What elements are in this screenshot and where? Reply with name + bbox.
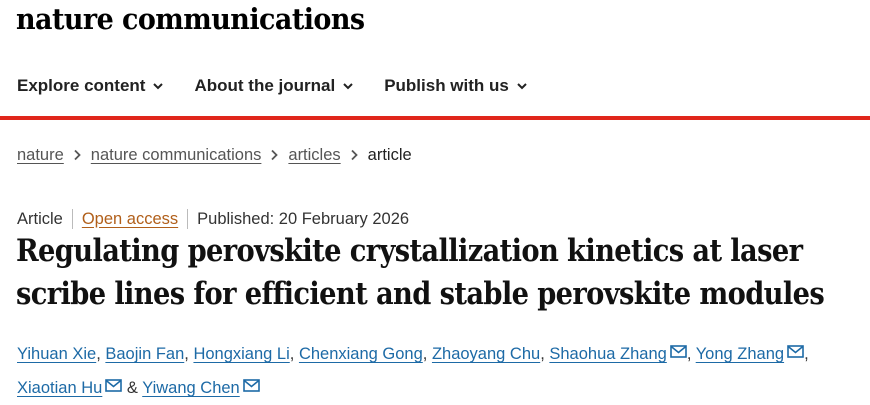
author-link[interactable]: Baojin Fan — [105, 345, 184, 363]
author-separator: , — [686, 345, 696, 363]
author-separator: , — [540, 345, 550, 363]
open-access-link[interactable]: Open access — [82, 210, 178, 229]
nav-about-journal[interactable]: About the journal — [194, 76, 354, 96]
nav-publish-with-us[interactable]: Publish with us — [384, 76, 528, 96]
author-link[interactable]: Chenxiang Gong — [299, 345, 423, 363]
header-divider — [0, 116, 870, 120]
title-line: Regulating perovskite crystallization ki… — [16, 233, 803, 269]
author-link[interactable]: Yihuan Xie — [17, 345, 96, 363]
nav-label: Explore content — [17, 76, 146, 95]
author-link[interactable]: Xiaotian Hu — [17, 379, 102, 397]
breadcrumb: nature nature communications articles ar… — [17, 145, 412, 165]
article-type: Article — [17, 209, 63, 228]
breadcrumb-nature-communications[interactable]: nature communications — [91, 146, 262, 165]
author-list: Yihuan Xie, Baojin Fan, Hongxiang Li, Ch… — [17, 337, 867, 405]
chevron-down-icon — [517, 83, 527, 90]
mail-icon[interactable] — [105, 379, 123, 392]
nav-label: About the journal — [194, 76, 336, 95]
article-meta: Article Open access Published: 20 Februa… — [17, 208, 409, 230]
breadcrumb-current: article — [367, 145, 412, 164]
chevron-down-icon — [343, 83, 353, 90]
mail-icon[interactable] — [787, 345, 804, 358]
published-date: Published: 20 February 2026 — [197, 209, 410, 228]
chevron-right-icon — [74, 149, 81, 161]
mail-icon[interactable] — [670, 345, 687, 358]
author-separator: , — [422, 345, 432, 363]
chevron-down-icon — [153, 83, 164, 90]
author-link[interactable]: Yong Zhang — [696, 345, 784, 363]
breadcrumb-nature[interactable]: nature — [17, 146, 64, 165]
author-separator: , — [289, 345, 299, 363]
author-link[interactable]: Yiwang Chen — [142, 379, 240, 397]
author-link[interactable]: Zhaoyang Chu — [432, 345, 540, 363]
author-separator: & — [122, 379, 143, 397]
nav-label: Publish with us — [384, 76, 509, 95]
author-separator: , — [804, 345, 809, 363]
meta-divider — [71, 209, 73, 229]
chevron-right-icon — [271, 149, 279, 161]
meta-divider — [187, 209, 189, 229]
title-line: scribe lines for efficient and stable pe… — [16, 276, 825, 312]
mail-icon[interactable] — [242, 379, 260, 392]
article-title: Regulating perovskite crystallization ki… — [16, 230, 825, 316]
author-link[interactable]: Hongxiang Li — [193, 345, 289, 363]
chevron-right-icon — [351, 149, 358, 161]
main-nav: Explore content About the journal Publis… — [17, 74, 558, 98]
author-separator: , — [96, 345, 106, 363]
author-link[interactable]: Shaohua Zhang — [549, 345, 666, 363]
breadcrumb-articles[interactable]: articles — [288, 146, 340, 165]
site-logo[interactable]: nature communications — [16, 2, 365, 36]
nav-explore-content[interactable]: Explore content — [17, 76, 164, 96]
